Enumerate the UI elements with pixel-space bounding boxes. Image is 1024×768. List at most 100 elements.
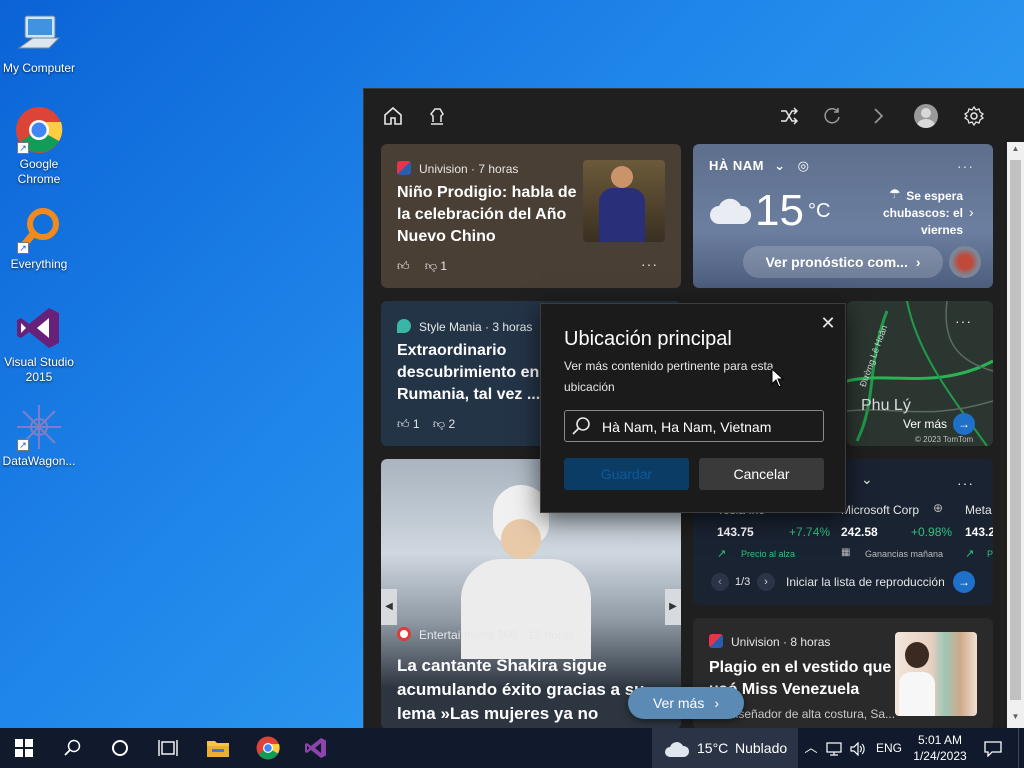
style-mania-logo-icon [397, 319, 411, 333]
carousel-prev-button[interactable]: ◀ [381, 589, 397, 625]
chrome-taskbar-button[interactable] [244, 728, 292, 768]
search-icon [64, 739, 81, 756]
stock-price: 242.58 [841, 525, 878, 539]
volume-icon[interactable] [850, 728, 870, 768]
weather-location[interactable]: HÀ NAM ⌄ ◎ [709, 158, 810, 174]
location-dialog: ✕ Ubicación principal Ver más contenido … [540, 303, 846, 513]
pager-prev-button[interactable]: ‹ [711, 573, 729, 591]
news-thumbnail [895, 632, 977, 716]
stock-change: +0.98% [911, 525, 953, 539]
weather-card[interactable]: HÀ NAM ⌄ ◎ ··· 15 °C ☂ Se espera chubasco… [693, 144, 993, 288]
pager-next-button[interactable]: › [757, 573, 775, 591]
stock-note: P [987, 549, 993, 559]
location-input-value: Hà Nam, Ha Nam, Vietnam [602, 419, 772, 435]
avatar[interactable] [914, 104, 938, 128]
visual-studio-icon [305, 738, 326, 758]
shuffle-icon[interactable] [778, 105, 800, 127]
taskbar-weather-desc: Nublado [735, 740, 788, 756]
clock[interactable]: 5:01 AM 1/24/2023 [908, 728, 972, 768]
search-icon [571, 416, 591, 441]
start-button[interactable] [0, 728, 48, 768]
forecast-button[interactable]: Ver pronóstico com... › [743, 246, 943, 278]
desktop-icon-label: My Computer [2, 61, 76, 75]
visual-studio-icon [15, 304, 63, 352]
language-indicator[interactable]: ENG [876, 728, 904, 768]
scroll-up-arrow[interactable]: ▲ [1007, 144, 1024, 158]
add-icon[interactable]: ⊕ [933, 501, 943, 515]
chevron-right-icon: › [714, 695, 720, 711]
chevron-down-icon[interactable]: ⌄ [861, 471, 873, 488]
desktop-icon-label: Visual Studio 2015 [4, 355, 74, 384]
trend-up-icon: ↗ [965, 548, 975, 560]
univision-logo-icon [397, 161, 411, 175]
close-icon[interactable]: ✕ [817, 312, 839, 334]
desktop-icon-visual-studio[interactable]: Visual Studio 2015 [0, 304, 78, 385]
playlist-label[interactable]: Iniciar la lista de reproducción [786, 575, 945, 589]
stock-change: +7.74% [789, 525, 831, 539]
visual-studio-taskbar-button[interactable] [292, 728, 340, 768]
scroll-down-arrow[interactable]: ▼ [1007, 712, 1024, 726]
desktop-icon-google-chrome[interactable]: ↗ Google Chrome [0, 106, 78, 187]
thumbs-down-icon[interactable]: 👎︎ [425, 259, 437, 273]
stock-name: Microsoft Corp [841, 503, 920, 517]
more-options-button[interactable]: ··· [641, 256, 658, 272]
scrollbar-thumb[interactable] [1010, 160, 1021, 700]
cortana-button[interactable] [96, 728, 144, 768]
gear-icon[interactable] [963, 105, 985, 127]
more-options-button[interactable]: ··· [957, 475, 974, 491]
everything-search-icon: ↗ [15, 206, 63, 254]
desktop-icon-everything[interactable]: ↗ Everything [0, 206, 78, 272]
stock-item-microsoft[interactable]: Microsoft Corp ⊕ 242.58 +0.98% ▦ Gananci… [841, 501, 953, 563]
show-desktop-button[interactable] [1018, 728, 1024, 768]
desktop-icon-datawagon[interactable]: ↗ DataWagon... [0, 403, 78, 469]
location-input[interactable]: Hà Nam, Ha Nam, Vietnam [564, 410, 824, 442]
notifications-button[interactable] [978, 728, 1008, 768]
desktop-icon-my-computer[interactable]: My Computer [0, 10, 78, 76]
more-options-button[interactable]: ··· [955, 313, 972, 329]
stock-price: 143.75 [717, 525, 754, 539]
windows-icon [15, 739, 33, 757]
map-more-link[interactable]: Ver más [903, 417, 947, 431]
weather-taskbar-button[interactable]: 15°C Nublado [652, 728, 798, 768]
thumbs-up-icon[interactable]: 👍︎ [397, 417, 410, 431]
news-card-univision[interactable]: Univision · 7 horas Niño Prodigio: habla… [381, 144, 681, 288]
desktop-icon-label: Everything [10, 257, 68, 271]
show-hidden-icons-button[interactable]: ︿ [802, 728, 820, 768]
chevron-right-icon[interactable]: › [969, 204, 974, 220]
stock-price: 143.2 [965, 525, 993, 539]
more-options-button[interactable]: ··· [957, 158, 974, 174]
map-city-label: Phu Lý [861, 397, 911, 414]
chess-knight-icon[interactable] [426, 105, 448, 127]
network-icon[interactable] [826, 728, 846, 768]
taskbar-weather-temp: 15°C [697, 740, 729, 756]
thumbs-up-icon[interactable]: 👍︎ [397, 259, 410, 273]
datawagon-icon: ↗ [15, 403, 63, 451]
home-icon[interactable] [382, 105, 404, 127]
file-explorer-button[interactable] [194, 728, 242, 768]
cortana-icon [112, 740, 128, 756]
cancel-button[interactable]: Cancelar [699, 458, 824, 490]
save-button[interactable]: Guardar [564, 458, 689, 490]
carousel-next-button[interactable]: ▶ [665, 589, 681, 625]
dislike-count: 2 [448, 417, 456, 431]
task-view-button[interactable] [144, 728, 192, 768]
chevron-right-icon[interactable] [867, 105, 889, 127]
see-more-button[interactable]: Ver más › [628, 687, 744, 719]
search-button[interactable] [48, 728, 96, 768]
traffic-map-card[interactable]: Đường Lê Hoàn Phu Lý ··· Ver más → © 202… [847, 301, 993, 446]
widgets-scrollbar[interactable]: ▲ ▼ [1007, 142, 1024, 728]
arrow-right-icon[interactable]: → [953, 571, 975, 593]
stock-note: Precio al alza [741, 549, 796, 559]
news-headline: Niño Prodigio: habla de la celebración d… [397, 184, 577, 245]
refresh-icon[interactable] [821, 105, 843, 127]
news-reactions: 👍︎ 1 👎︎ 2 [397, 417, 455, 432]
chevron-down-icon: ⌄ [774, 158, 786, 173]
pager-indicator: 1/3 [735, 576, 751, 588]
stock-item-meta[interactable]: Meta 143.2 ↗ P [965, 503, 993, 563]
arrow-right-icon[interactable]: → [953, 413, 975, 435]
widgets-toolbar [364, 89, 1024, 143]
calendar-icon: ▦ [841, 547, 851, 558]
task-view-icon [158, 740, 178, 756]
weather-radar-thumbnail[interactable] [949, 246, 981, 278]
thumbs-down-icon[interactable]: 👎︎ [433, 417, 445, 431]
